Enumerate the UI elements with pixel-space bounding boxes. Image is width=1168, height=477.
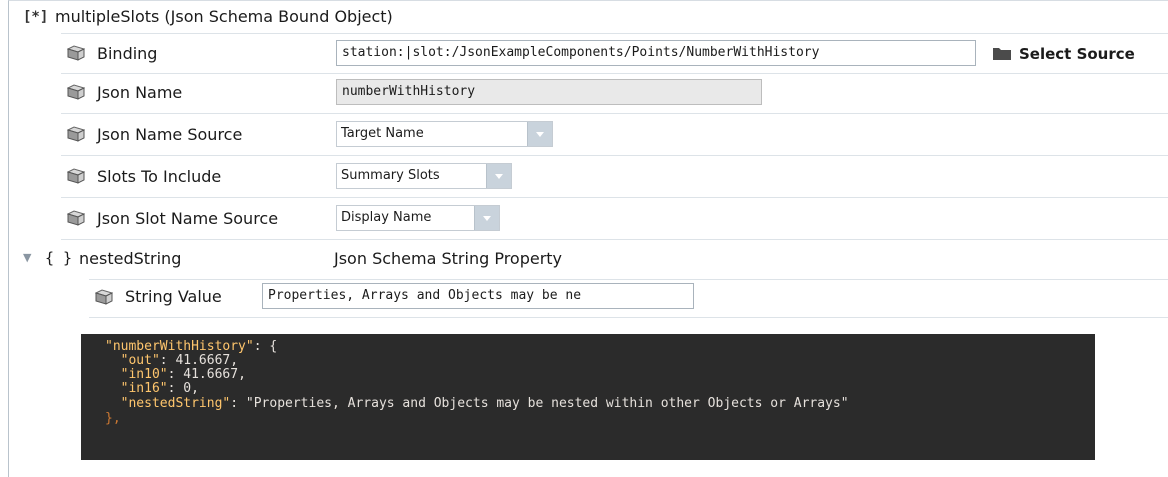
chevron-down-icon[interactable]: [486, 164, 511, 188]
property-row-json-slot-name-source: Json Slot Name Source Display Name: [9, 199, 1168, 237]
property-row-slots-to-include: Slots To Include Summary Slots: [9, 157, 1168, 195]
property-row-json-name-source: Json Name Source Target Name: [9, 115, 1168, 153]
nested-type: Json Schema String Property: [334, 249, 563, 268]
property-row-string-value: String Value Properties, Arrays and Obje…: [9, 281, 1168, 317]
property-row-json-name: Json Name numberWithHistory: [9, 75, 1168, 111]
property-name: Binding: [97, 44, 158, 63]
collapse-toggle-icon[interactable]: ▼: [23, 251, 31, 264]
folder-icon[interactable]: [992, 46, 1011, 62]
slots-to-include-select[interactable]: Summary Slots: [336, 163, 512, 189]
property-name: Json Name Source: [97, 125, 243, 144]
json-output-panel: "numberWithHistory": { "out": 41.6667, "…: [81, 334, 1095, 460]
nested-string-row[interactable]: ▼ { } nestedString Json Schema String Pr…: [9, 241, 1168, 277]
property-sheet: [*] multipleSlots (Json Schema Bound Obj…: [8, 0, 1168, 477]
chevron-down-icon[interactable]: [474, 206, 499, 230]
object-icon: [*]: [23, 9, 49, 25]
property-name: String Value: [125, 287, 222, 306]
header-title: multipleSlots (Json Schema Bound Object): [55, 7, 393, 26]
code-line: "nestedString": "Properties, Arrays and …: [105, 396, 849, 411]
selected-value: Display Name: [341, 210, 432, 225]
select-source-button[interactable]: Select Source: [1019, 45, 1135, 63]
slot-icon: [67, 210, 85, 226]
selected-value: Target Name: [341, 126, 424, 141]
property-row-binding: Binding station:|slot:/JsonExampleCompon…: [9, 35, 1168, 71]
code-line: "numberWithHistory": {: [105, 339, 278, 354]
code-line: },: [105, 411, 121, 426]
slot-icon: [67, 45, 85, 61]
slot-icon: [67, 126, 85, 142]
code-line: "out": 41.6667,: [105, 353, 239, 368]
chevron-down-icon[interactable]: [527, 122, 552, 146]
selected-value: Summary Slots: [341, 168, 440, 183]
json-name-field[interactable]: numberWithHistory: [336, 79, 762, 105]
binding-field[interactable]: station:|slot:/JsonExampleComponents/Poi…: [336, 40, 976, 66]
property-name: Slots To Include: [97, 167, 222, 186]
code-line: "in16": 0,: [105, 381, 199, 396]
slot-icon: [95, 289, 113, 305]
property-name: Json Name: [97, 83, 183, 102]
slot-icon: [67, 84, 85, 100]
header-row[interactable]: [*] multipleSlots (Json Schema Bound Obj…: [9, 1, 1168, 31]
property-name: Json Slot Name Source: [97, 209, 279, 228]
json-object-icon: { }: [45, 249, 73, 267]
json-name-source-select[interactable]: Target Name: [336, 121, 553, 147]
string-value-field[interactable]: Properties, Arrays and Objects may be ne: [262, 283, 694, 309]
nested-name: nestedString: [79, 249, 182, 268]
code-line: "in10": 41.6667,: [105, 367, 246, 382]
slot-icon: [67, 168, 85, 184]
json-slot-name-source-select[interactable]: Display Name: [336, 205, 500, 231]
